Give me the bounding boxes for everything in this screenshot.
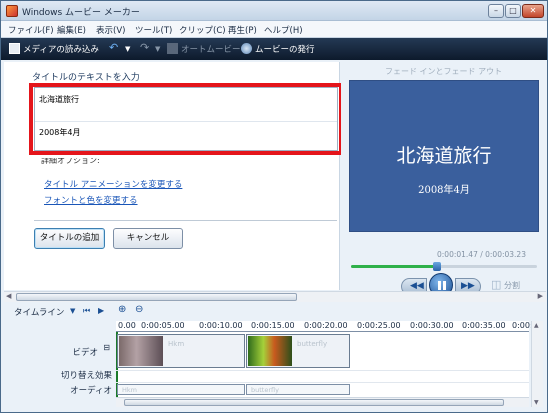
clip-name: Hkm	[168, 340, 185, 348]
menu-tools[interactable]: ツール(T)	[135, 24, 172, 36]
menu-bar: ファイル(F) 編集(E) 表示(V) ツール(T) クリップ(C) 再生(P)…	[1, 21, 547, 38]
undo-dropdown-icon[interactable]: ▼	[125, 45, 130, 53]
redo-icon[interactable]: ↷	[140, 41, 149, 54]
horizontal-scrollbar[interactable]: ◀ ▶	[4, 291, 546, 302]
timeline-tracks: Hkm butterfly Hkm butterfly	[116, 332, 529, 397]
timeline-ruler[interactable]: 0.00 0:00:05.00 0:00:10.00 0:00:15.00 0:…	[116, 321, 538, 332]
track-divider	[116, 382, 529, 383]
add-title-button[interactable]: タイトルの追加	[34, 228, 105, 249]
audio-clip[interactable]: Hkm	[117, 384, 245, 395]
preview-monitor: 北海道旅行 2008年4月	[349, 80, 539, 232]
pause-icon-left	[438, 281, 441, 290]
scroll-left-icon[interactable]: ◀	[6, 292, 11, 300]
toolbar: メディアの読み込み ↶ ▼ ↷ ▼ オートムービー ムービーの発行	[1, 38, 547, 60]
menu-view[interactable]: 表示(V)	[96, 24, 125, 36]
menu-help[interactable]: ヘルプ(H)	[264, 24, 303, 36]
timeline-toolbar: タイムライン ▼ ⏮ ▶ ⊕ ⊖	[4, 303, 546, 319]
scroll-right-icon[interactable]: ▶	[538, 292, 543, 300]
tick-label: 0:00:15.00	[251, 321, 295, 330]
window-title: Windows ムービー メーカー	[22, 8, 140, 18]
tick-label: 0.00	[118, 321, 136, 330]
cancel-button[interactable]: キャンセル	[113, 228, 183, 249]
video-clip[interactable]: Hkm	[117, 334, 245, 368]
track-divider	[116, 370, 529, 371]
scrollbar-thumb[interactable]	[16, 293, 297, 301]
next-frame-icon: ▶▶	[461, 281, 475, 291]
app-window: Windows ムービー メーカー – □ ✕ ファイル(F) 編集(E) 表示…	[0, 0, 548, 413]
timecode: 0:00:01.47 / 0:00:03.23	[437, 250, 526, 259]
menu-edit[interactable]: 編集(E)	[57, 24, 86, 36]
timeline-dropdown[interactable]: タイムライン	[14, 306, 64, 318]
more-options-label: 詳細オプション:	[41, 158, 100, 165]
title-text-heading: タイトルのテキストを入力	[32, 73, 140, 83]
menu-play[interactable]: 再生(P)	[228, 24, 257, 36]
track-labels: ビデオ ⊟ 切り替え効果 オーディオ	[4, 332, 116, 407]
timeline-scroll-thumb[interactable]	[124, 399, 504, 406]
automovie-button[interactable]: オートムービー	[181, 43, 241, 55]
tick-label: 0:00:30.00	[410, 321, 454, 330]
audio-track-label: オーディオ	[70, 386, 112, 396]
divider	[34, 220, 337, 221]
tick-label: 0:00:20.00	[304, 321, 348, 330]
play-timeline-icon[interactable]: ▶	[98, 306, 104, 315]
change-font-link[interactable]: フォントと色を変更する	[44, 194, 138, 206]
video-clip[interactable]: butterfly	[246, 334, 350, 368]
close-button[interactable]: ✕	[522, 4, 544, 18]
publish-icon	[241, 43, 252, 54]
title-editor-pane: タイトルのテキストを入力 北海道旅行 2008年4月 詳細オプション: タイトル…	[4, 62, 343, 290]
scroll-down-icon[interactable]: ▼	[534, 399, 539, 406]
movie-maker-icon	[6, 5, 18, 17]
chevron-down-icon[interactable]: ▼	[70, 307, 75, 315]
collapse-icon[interactable]: ⊟	[103, 343, 110, 352]
title-bar: Windows ムービー メーカー – □ ✕	[1, 1, 547, 21]
import-media-button[interactable]: メディアの読み込み	[23, 43, 99, 55]
clip-name: butterfly	[297, 340, 328, 348]
tick-label: 0:00:05.00	[141, 321, 185, 330]
import-media-icon	[9, 43, 20, 54]
pause-icon-right	[443, 281, 446, 290]
highlight-box	[29, 83, 343, 155]
clip-thumbnail	[248, 336, 292, 366]
seek-progress	[351, 265, 437, 268]
minimize-button[interactable]: –	[488, 4, 504, 18]
timeline-horizontal-scrollbar[interactable]	[116, 397, 529, 407]
audio-clip-name: Hkm	[122, 386, 137, 394]
audio-clip-name: butterfly	[251, 386, 279, 394]
preview-title: 北海道旅行	[396, 145, 492, 167]
split-icon[interactable]: ◫	[491, 278, 501, 291]
preview-subtitle: 2008年4月	[418, 185, 470, 196]
seek-bar[interactable]	[351, 262, 537, 271]
redo-dropdown-icon[interactable]: ▼	[155, 45, 160, 53]
timeline-vertical-scrollbar[interactable]: ▲ ▼	[531, 321, 543, 407]
previous-frame-icon: ◀◀	[410, 281, 424, 291]
tick-label: 0:00:25.00	[357, 321, 401, 330]
automovie-icon	[167, 43, 178, 54]
undo-icon[interactable]: ↶	[109, 41, 118, 54]
video-track-label: ビデオ	[72, 348, 98, 358]
maximize-button[interactable]: □	[505, 4, 521, 18]
zoom-out-icon[interactable]: ⊖	[135, 304, 143, 315]
menu-file[interactable]: ファイル(F)	[8, 24, 54, 36]
transition-track-label: 切り替え効果	[60, 371, 112, 381]
publish-movie-button[interactable]: ムービーの発行	[255, 43, 315, 55]
zoom-in-icon[interactable]: ⊕	[118, 304, 126, 315]
effect-label: フェード インとフェード アウト	[385, 67, 503, 76]
change-animation-link[interactable]: タイトル アニメーションを変更する	[44, 178, 182, 190]
tick-label: 0:00:35.00	[462, 321, 506, 330]
rewind-icon[interactable]: ⏮	[83, 306, 90, 316]
clip-thumbnail	[119, 336, 163, 366]
scroll-up-icon[interactable]: ▲	[534, 322, 539, 329]
audio-clip[interactable]: butterfly	[246, 384, 350, 395]
tick-label: 0:00:10.00	[199, 321, 243, 330]
menu-clip[interactable]: クリップ(C)	[179, 24, 226, 36]
split-label[interactable]: 分割	[504, 280, 520, 291]
seek-thumb[interactable]	[432, 262, 441, 271]
preview-pane: フェード インとフェード アウト 北海道旅行 2008年4月 0:00:01.4…	[341, 62, 546, 297]
